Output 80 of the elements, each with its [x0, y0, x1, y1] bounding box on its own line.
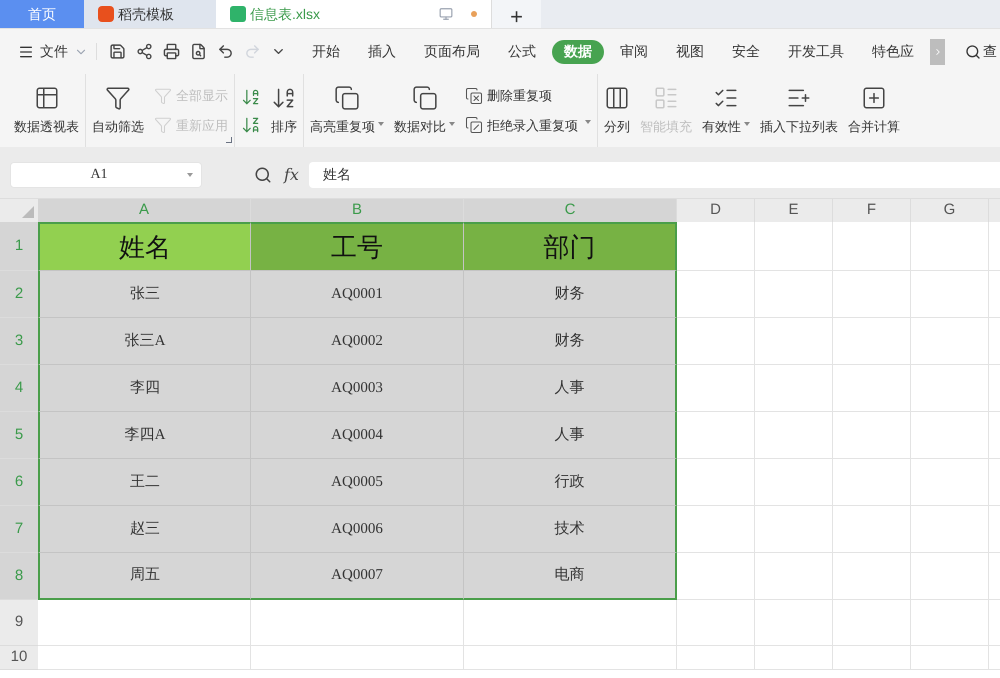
table-cell: AQ0005: [251, 459, 464, 506]
row-header[interactable]: 10: [0, 646, 38, 670]
table-icon: [34, 84, 60, 111]
square-plus-icon: [861, 84, 887, 111]
print-preview-icon[interactable]: [190, 43, 207, 60]
document-tab[interactable]: 稻壳模板: [84, 0, 216, 28]
ribbon-button[interactable]: 合并计算: [848, 74, 900, 147]
table-cell: AQ0004: [251, 412, 464, 459]
ribbon-button[interactable]: 数据透视表: [14, 74, 79, 147]
ribbon-button[interactable]: 插入下拉列表: [760, 74, 838, 147]
table-cell: 赵三: [38, 506, 251, 553]
ribbon-tab[interactable]: 开发工具: [776, 40, 856, 64]
table-cell: 王二: [38, 459, 251, 506]
copy-icon: [334, 84, 360, 111]
ribbon-tab[interactable]: 视图: [664, 40, 716, 64]
dropdown-caret-icon[interactable]: [187, 172, 193, 176]
copy-slash-icon: [465, 116, 483, 134]
search-icon: [965, 44, 981, 60]
function-label[interactable]: fx: [284, 162, 299, 186]
name-box[interactable]: A1: [10, 162, 202, 188]
ribbon-tab[interactable]: 安全: [720, 40, 772, 64]
ribbon-tab[interactable]: 开始: [300, 40, 352, 64]
table-cell: 人事: [464, 365, 677, 412]
printer-icon[interactable]: [163, 43, 180, 60]
ribbon-tab[interactable]: 特色应: [860, 40, 926, 64]
table-cell: 张三A: [38, 318, 251, 365]
sort-descending-icon[interactable]: [241, 114, 261, 134]
ribbon-button[interactable]: 删除重复项: [465, 86, 591, 106]
formula-field[interactable]: 姓名: [308, 162, 1000, 188]
spreadsheet-logo-icon: [230, 6, 246, 22]
table-cell: AQ0007: [251, 553, 464, 600]
funnel-icon: [154, 86, 172, 105]
table-cell: 行政: [464, 459, 677, 506]
ribbon-tab[interactable]: 页面布局: [412, 40, 492, 64]
table-cell: 电商: [464, 553, 677, 600]
undo-icon[interactable]: [217, 43, 234, 60]
columns-icon: [604, 84, 630, 111]
ribbon-tab[interactable]: 审阅: [608, 40, 660, 64]
table-cell: 工号: [251, 222, 464, 271]
ribbon-button[interactable]: 分列: [604, 74, 630, 147]
ribbon-button[interactable]: 拒绝录入重复项: [465, 116, 591, 135]
zoom-icon[interactable]: [254, 166, 272, 184]
table-cell: 张三: [38, 271, 251, 318]
copy-x-icon: [465, 86, 483, 105]
share-icon[interactable]: [136, 43, 153, 60]
document-tab[interactable]: 信息表.xlsx: [216, 0, 491, 28]
table-cell: 李四: [38, 365, 251, 412]
menu-icon: [18, 44, 34, 60]
table-cell: AQ0002: [251, 318, 464, 365]
ribbon-tab[interactable]: 公式: [496, 40, 548, 64]
ribbon-button[interactable]: 有效性: [702, 74, 750, 147]
table-cell: 财务: [464, 271, 677, 318]
ribbon-button[interactable]: 高亮重复项: [310, 74, 384, 147]
funnel-icon: [154, 116, 172, 134]
table-cell: AQ0003: [251, 365, 464, 412]
ribbon-button[interactable]: 排序: [271, 74, 297, 147]
copy-icon: [412, 84, 438, 111]
ribbon-button[interactable]: 数据对比: [394, 74, 455, 147]
sort-ascending-icon[interactable]: [241, 86, 261, 106]
table-cell: 人事: [464, 412, 677, 459]
funnel-icon: [105, 84, 131, 111]
table-cell: AQ0001: [251, 271, 464, 318]
table-cell: 部门: [464, 222, 677, 271]
ribbon-button[interactable]: 自动筛选: [92, 74, 144, 147]
save-icon[interactable]: [109, 43, 126, 60]
table-cell: 李四A: [38, 412, 251, 459]
table-cell: 周五: [38, 553, 251, 600]
table-cell: 财务: [464, 318, 677, 365]
file-menu-button[interactable]: 文件: [18, 41, 88, 62]
new-tab-button[interactable]: +: [491, 0, 541, 28]
layout-icon: [653, 84, 679, 111]
row-header[interactable]: 9: [0, 600, 38, 646]
monitor-icon[interactable]: [439, 7, 453, 21]
flame-logo-icon: [98, 6, 114, 22]
table-cell: 技术: [464, 506, 677, 553]
dialog-launcher-icon[interactable]: [226, 137, 232, 143]
table-cell: AQ0006: [251, 506, 464, 553]
table-cell: 姓名: [38, 222, 251, 271]
search-button[interactable]: 查: [965, 41, 997, 62]
ribbon-tab[interactable]: 插入: [356, 40, 408, 64]
